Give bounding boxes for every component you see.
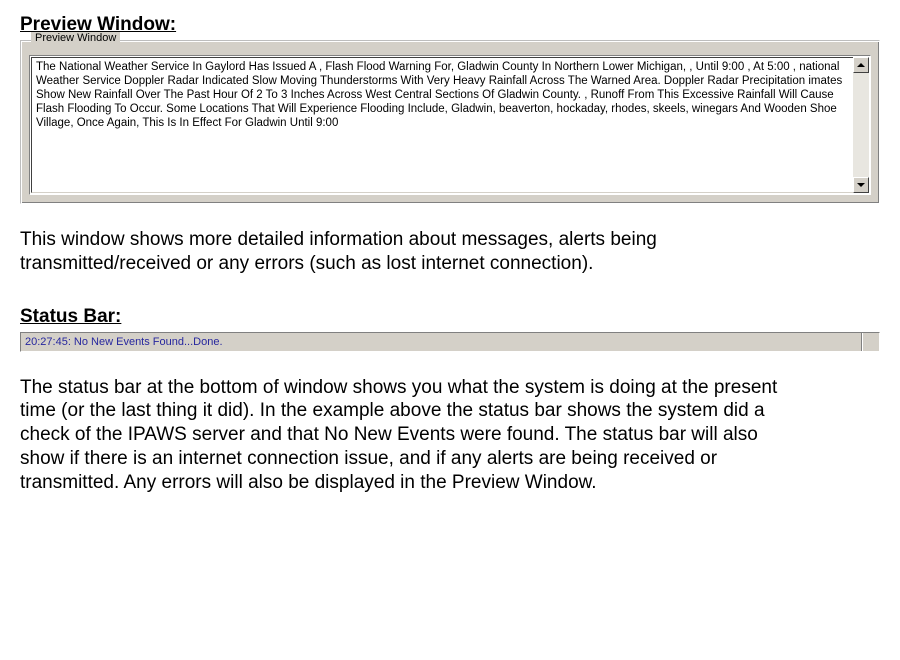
preview-textbox-content: The National Weather Service In Gaylord … — [31, 57, 869, 193]
status-bar-text: 20:27:45: No New Events Found...Done. — [21, 336, 223, 348]
preview-description: This window shows more detailed informat… — [20, 228, 800, 276]
scroll-up-button[interactable] — [853, 57, 869, 73]
chevron-down-icon — [857, 183, 865, 187]
status-description: The status bar at the bottom of window s… — [20, 376, 800, 495]
preview-heading: Preview Window: — [20, 14, 880, 36]
status-bar-grip — [861, 333, 879, 351]
preview-window-groupbox: Preview Window The National Weather Serv… — [20, 40, 880, 204]
preview-scrollbar[interactable] — [853, 57, 869, 193]
preview-window-legend: Preview Window — [31, 32, 120, 44]
status-heading: Status Bar: — [20, 306, 880, 328]
preview-textbox[interactable]: The National Weather Service In Gaylord … — [29, 55, 871, 195]
status-bar: 20:27:45: No New Events Found...Done. — [20, 332, 880, 352]
chevron-up-icon — [857, 63, 865, 67]
scroll-down-button[interactable] — [853, 177, 869, 193]
